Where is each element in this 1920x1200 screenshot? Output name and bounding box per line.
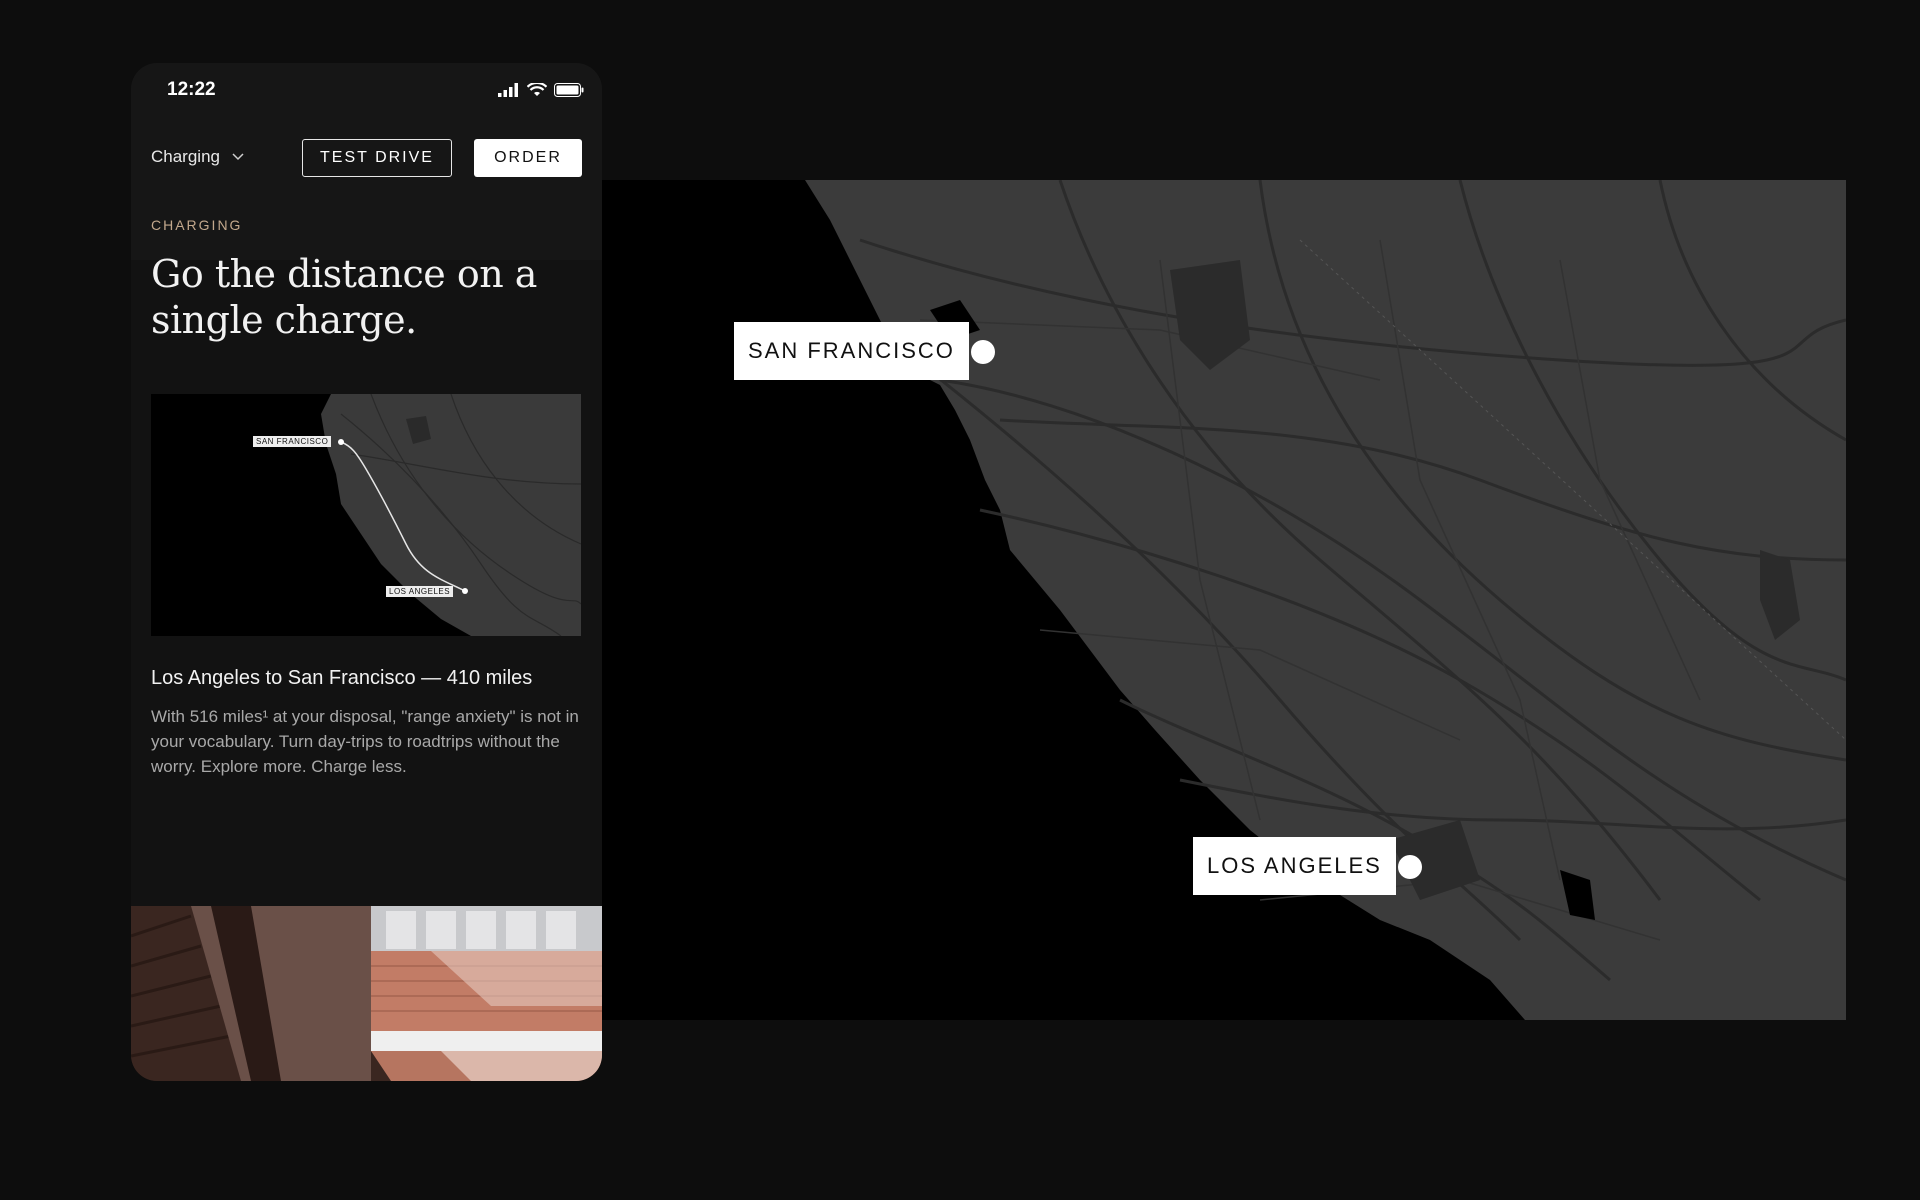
photo-canvas xyxy=(131,906,602,1081)
destination-pin-label: LOS ANGELES xyxy=(1193,837,1396,895)
origin-pin-label: SAN FRANCISCO xyxy=(734,322,969,380)
status-time: 12:22 xyxy=(167,79,216,100)
origin-pin-marker[interactable] xyxy=(971,340,995,364)
section-dropdown[interactable]: Charging xyxy=(151,147,244,167)
battery-icon xyxy=(554,83,584,97)
status-bar: 12:22 xyxy=(131,63,602,123)
route-map[interactable]: SAN FRANCISCO LOS ANGELES xyxy=(560,180,1846,1020)
section-dropdown-label: Charging xyxy=(151,147,220,166)
destination-pin-marker[interactable] xyxy=(1398,855,1422,879)
route-caption-body: With 516 miles¹ at your disposal, "range… xyxy=(151,707,579,776)
phone-frame: 12:22 Charging TEST DRIVE ORDER CHARGING… xyxy=(131,63,602,1081)
route-caption-title: Los Angeles to San Francisco — 410 miles xyxy=(151,667,533,689)
status-icons xyxy=(498,83,584,97)
chevron-down-icon xyxy=(232,153,244,161)
route-map-thumbnail[interactable]: SAN FRANCISCO LOS ANGELES xyxy=(151,394,581,636)
thumbnail-origin-label: SAN FRANCISCO xyxy=(253,436,332,447)
section-eyebrow: CHARGING xyxy=(151,217,243,233)
signal-icon xyxy=(498,83,518,97)
thumbnail-destination-label: LOS ANGELES xyxy=(386,586,454,597)
page-headline: Go the distance on a single charge. xyxy=(151,252,537,342)
order-button[interactable]: ORDER xyxy=(474,139,582,177)
thumbnail-map-canvas xyxy=(321,394,581,636)
wifi-icon xyxy=(527,83,547,96)
test-drive-button[interactable]: TEST DRIVE xyxy=(302,139,452,177)
architecture-photo xyxy=(131,906,602,1081)
